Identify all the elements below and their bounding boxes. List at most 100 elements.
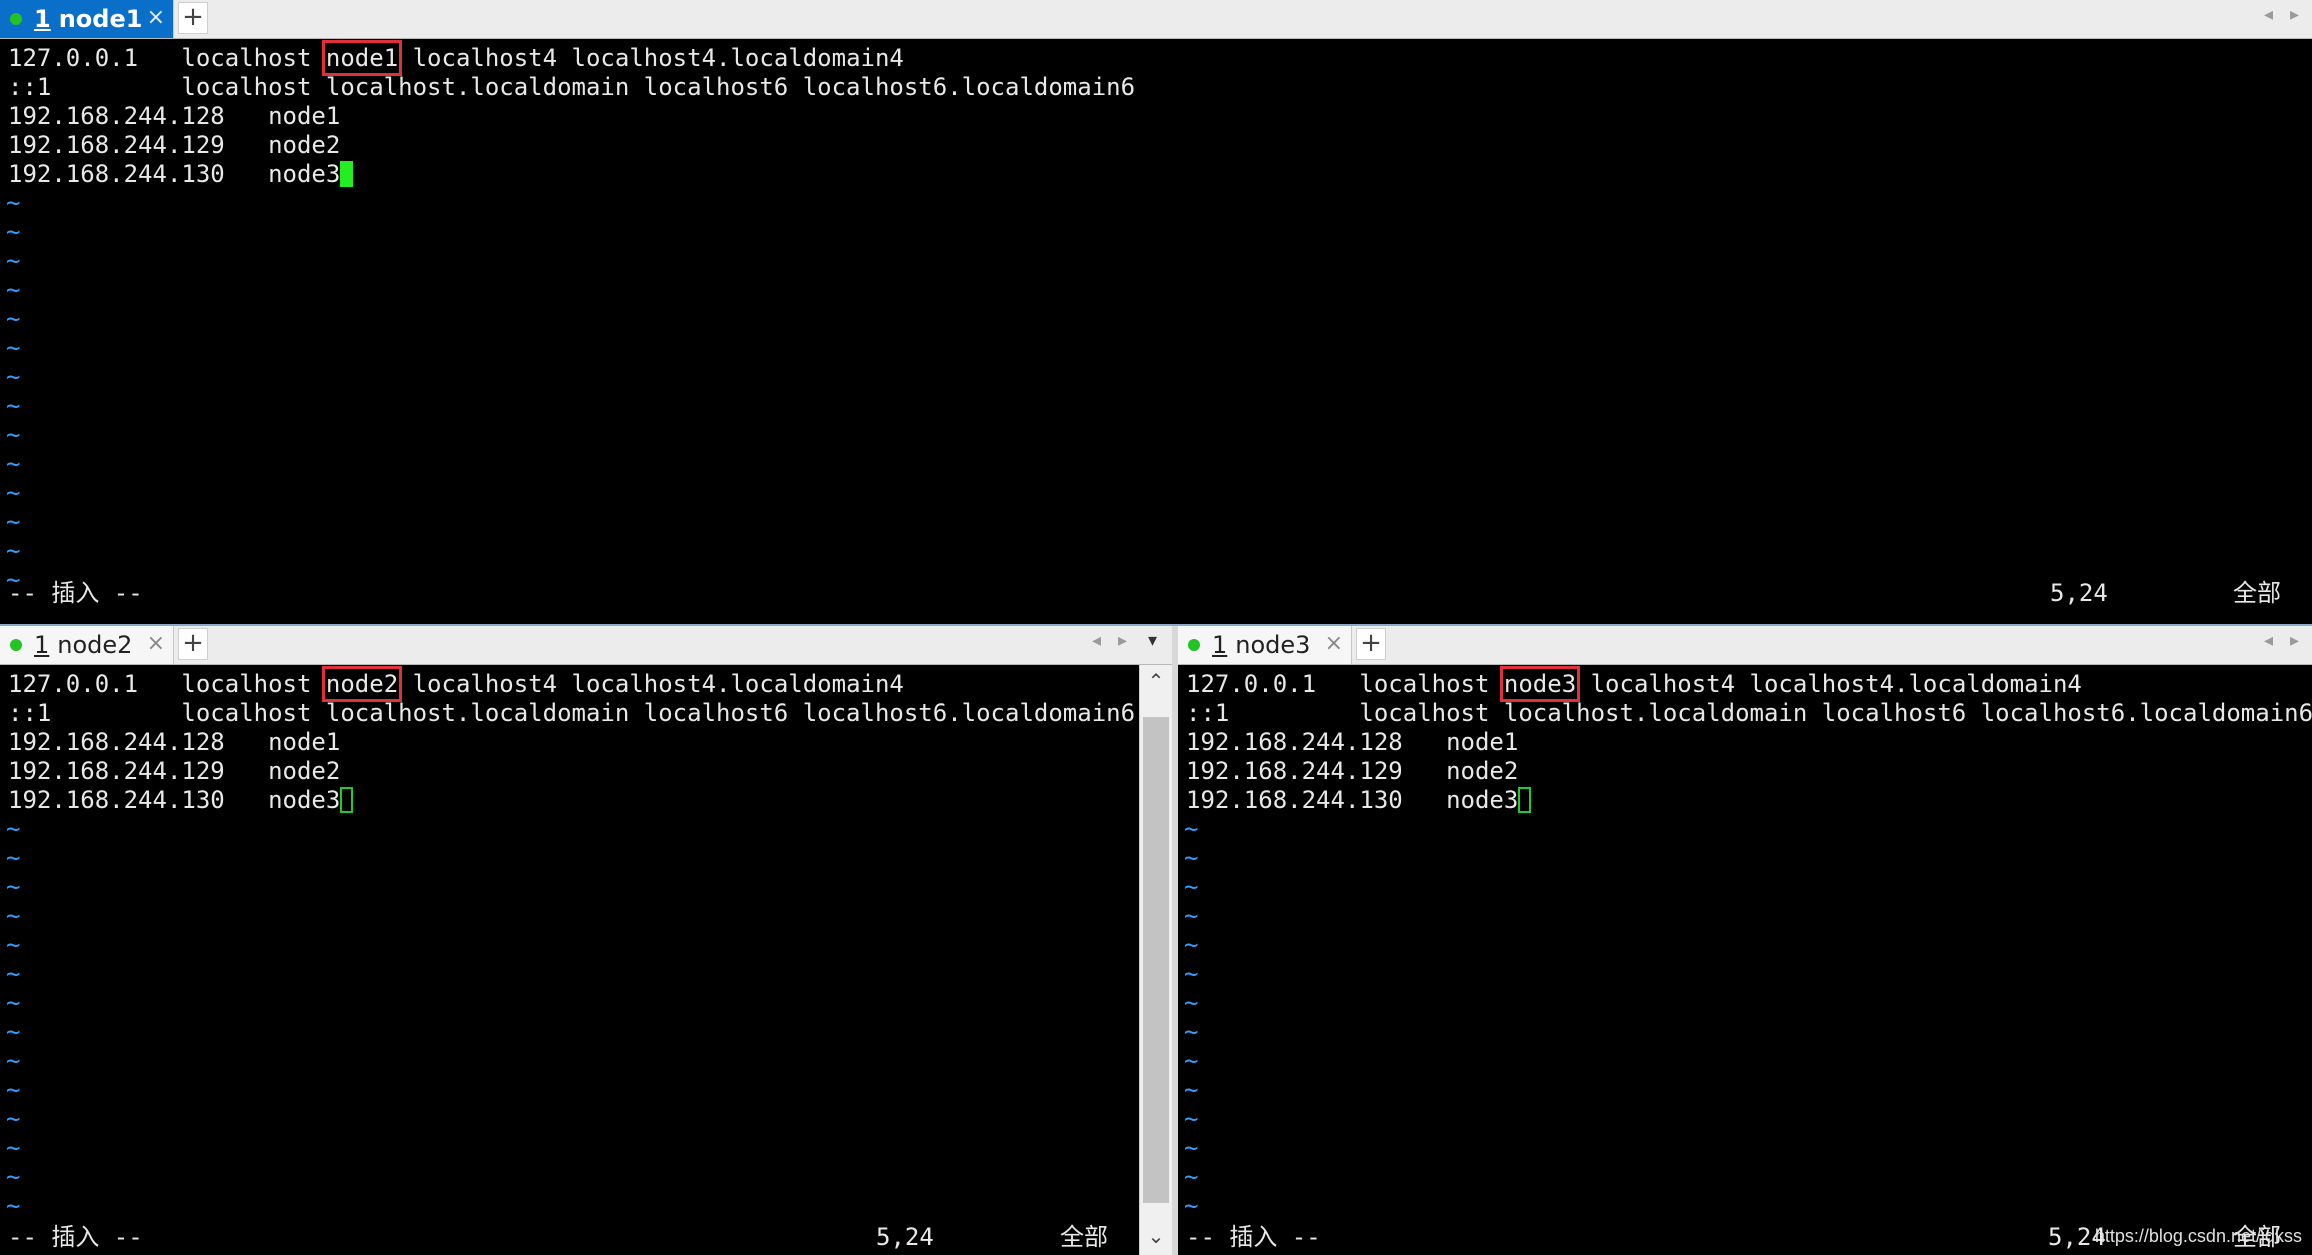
scroll-up-arrow-icon[interactable]: ⌃ bbox=[1140, 669, 1172, 694]
empty-line-tilde: ~ bbox=[6, 450, 21, 478]
tab-bar: 1 node3 × + ◂ ▸ bbox=[1178, 626, 2312, 665]
empty-line-tilde: ~ bbox=[6, 276, 21, 304]
empty-line-tilde: ~ bbox=[6, 218, 21, 246]
hosts-line-2: ::1 localhost localhost.localdomain loca… bbox=[1186, 699, 2312, 727]
scroll-tabs-right-icon[interactable]: ▸ bbox=[2290, 630, 2299, 651]
tab-label: node1 bbox=[58, 5, 143, 33]
new-tab-button[interactable]: + bbox=[1356, 628, 1386, 660]
empty-line-tilde: ~ bbox=[6, 421, 21, 449]
scroll-tabs-right-icon[interactable]: ▸ bbox=[1118, 630, 1127, 651]
vertical-scrollbar[interactable]: ⌃ ⌄ bbox=[1139, 665, 1172, 1255]
line-text: 127.0.0.1 localhost bbox=[8, 670, 326, 698]
empty-line-tilde: ~ bbox=[6, 1076, 21, 1104]
hosts-line-4: 192.168.244.129 node2 bbox=[8, 757, 341, 785]
hosts-line-1: 127.0.0.1 localhost node1 localhost4 loc… bbox=[8, 40, 904, 76]
pane-node2: 1 node2 × + ◂ ▸ ▾ 127.0.0.1 localhost no… bbox=[0, 626, 1172, 1255]
vim-mode-indicator: -- 插入 -- bbox=[1186, 1223, 1321, 1251]
hosts-line-3: 192.168.244.128 node1 bbox=[8, 728, 341, 756]
scroll-down-arrow-icon[interactable]: ⌄ bbox=[1140, 1224, 1172, 1249]
line-text: localhost4 localhost4.localdomain4 bbox=[398, 670, 904, 698]
empty-line-tilde: ~ bbox=[1184, 931, 1199, 959]
line-text: 127.0.0.1 localhost bbox=[1186, 670, 1504, 698]
tab-node2[interactable]: 1 node2 × bbox=[0, 626, 174, 664]
empty-line-tilde: ~ bbox=[1184, 1163, 1199, 1191]
terminal-node1[interactable]: 127.0.0.1 localhost node1 localhost4 loc… bbox=[0, 39, 2312, 624]
empty-line-tilde: ~ bbox=[1184, 1047, 1199, 1075]
text-cursor bbox=[340, 161, 354, 187]
tab-node3[interactable]: 1 node3 × bbox=[1178, 626, 1352, 664]
hosts-line-1: 127.0.0.1 localhost node2 localhost4 loc… bbox=[8, 666, 904, 702]
empty-line-tilde: ~ bbox=[1184, 902, 1199, 930]
tab-number: 1 bbox=[34, 5, 51, 33]
line-text: 127.0.0.1 localhost bbox=[8, 44, 326, 72]
empty-line-tilde: ~ bbox=[6, 479, 21, 507]
watermark: https://blog.csdn.net/jdkss bbox=[2094, 1226, 2302, 1246]
empty-line-tilde: ~ bbox=[1184, 1018, 1199, 1046]
tab-bar: 1 node1 × + ◂ ▸ bbox=[0, 0, 2312, 39]
empty-line-tilde: ~ bbox=[1184, 873, 1199, 901]
vim-mode-indicator: -- 插入 -- bbox=[8, 579, 143, 607]
empty-line-tilde: ~ bbox=[6, 1192, 21, 1220]
new-tab-button[interactable]: + bbox=[178, 2, 208, 34]
hosts-line-5: 192.168.244.130 node3 bbox=[1186, 786, 1532, 815]
empty-line-tilde: ~ bbox=[6, 873, 21, 901]
empty-line-tilde: ~ bbox=[6, 902, 21, 930]
empty-line-tilde: ~ bbox=[6, 844, 21, 872]
empty-line-tilde: ~ bbox=[6, 392, 21, 420]
empty-line-tilde: ~ bbox=[6, 989, 21, 1017]
empty-line-tilde: ~ bbox=[6, 1047, 21, 1075]
hosts-line-3: 192.168.244.128 node1 bbox=[1186, 728, 1519, 756]
tab-label: node2 bbox=[57, 631, 133, 659]
session-connected-icon bbox=[10, 639, 22, 651]
terminal-node3[interactable]: 127.0.0.1 localhost node3 localhost4 loc… bbox=[1178, 665, 2312, 1255]
tab-close-icon[interactable]: × bbox=[147, 631, 165, 656]
empty-line-tilde: ~ bbox=[1184, 989, 1199, 1017]
hosts-line-5: 192.168.244.130 node3 bbox=[8, 160, 354, 189]
tab-list-dropdown-icon[interactable]: ▾ bbox=[1148, 630, 1157, 651]
empty-line-tilde: ~ bbox=[6, 1105, 21, 1133]
cursor-position: 5,24 bbox=[2050, 579, 2108, 607]
empty-line-tilde: ~ bbox=[6, 247, 21, 275]
scroll-tabs-left-icon[interactable]: ◂ bbox=[2264, 4, 2273, 25]
tab-close-icon[interactable]: × bbox=[1325, 631, 1343, 656]
scroll-tabs-left-icon[interactable]: ◂ bbox=[1092, 630, 1101, 651]
session-connected-icon bbox=[10, 13, 22, 25]
scroll-percentage: 全部 bbox=[1060, 1223, 1108, 1251]
text-cursor bbox=[340, 787, 354, 813]
terminal-node2[interactable]: 127.0.0.1 localhost node2 localhost4 loc… bbox=[0, 665, 1140, 1255]
pane-node3: 1 node3 × + ◂ ▸ 127.0.0.1 localhost node… bbox=[1178, 626, 2312, 1255]
scroll-tabs-right-icon[interactable]: ▸ bbox=[2290, 4, 2299, 25]
scrollbar-thumb[interactable] bbox=[1143, 717, 1169, 1203]
empty-line-tilde: ~ bbox=[6, 189, 21, 217]
hostname-highlight: node3 bbox=[1499, 666, 1581, 702]
line-text: localhost4 localhost4.localdomain4 bbox=[398, 44, 904, 72]
vim-mode-indicator: -- 插入 -- bbox=[8, 1223, 143, 1251]
hosts-line-3: 192.168.244.128 node1 bbox=[8, 102, 341, 130]
empty-line-tilde: ~ bbox=[6, 305, 21, 333]
hosts-line-4: 192.168.244.129 node2 bbox=[8, 131, 341, 159]
empty-line-tilde: ~ bbox=[6, 960, 21, 988]
scroll-tabs-left-icon[interactable]: ◂ bbox=[2264, 630, 2273, 651]
line-text: 192.168.244.130 node3 bbox=[8, 786, 341, 814]
new-tab-button[interactable]: + bbox=[178, 628, 208, 660]
tab-node1[interactable]: 1 node1 × bbox=[0, 0, 174, 38]
empty-line-tilde: ~ bbox=[6, 815, 21, 843]
empty-line-tilde: ~ bbox=[1184, 1134, 1199, 1162]
tab-close-icon[interactable]: × bbox=[147, 5, 165, 30]
empty-line-tilde: ~ bbox=[1184, 960, 1199, 988]
empty-line-tilde: ~ bbox=[6, 508, 21, 536]
line-text: 192.168.244.130 node3 bbox=[8, 160, 341, 188]
empty-line-tilde: ~ bbox=[6, 1018, 21, 1046]
hosts-line-1: 127.0.0.1 localhost node3 localhost4 loc… bbox=[1186, 666, 2082, 702]
empty-line-tilde: ~ bbox=[1184, 844, 1199, 872]
empty-line-tilde: ~ bbox=[6, 334, 21, 362]
empty-line-tilde: ~ bbox=[6, 1134, 21, 1162]
text-cursor bbox=[1518, 787, 1532, 813]
hosts-line-4: 192.168.244.129 node2 bbox=[1186, 757, 1519, 785]
hosts-line-2: ::1 localhost localhost.localdomain loca… bbox=[8, 73, 1136, 101]
cursor-position: 5,24 bbox=[876, 1223, 934, 1251]
hostname-highlight: node2 bbox=[321, 666, 403, 702]
pane-node1: 1 node1 × + ◂ ▸ 127.0.0.1 localhost node… bbox=[0, 0, 2312, 624]
empty-line-tilde: ~ bbox=[6, 537, 21, 565]
tab-number: 1 bbox=[1212, 631, 1228, 659]
